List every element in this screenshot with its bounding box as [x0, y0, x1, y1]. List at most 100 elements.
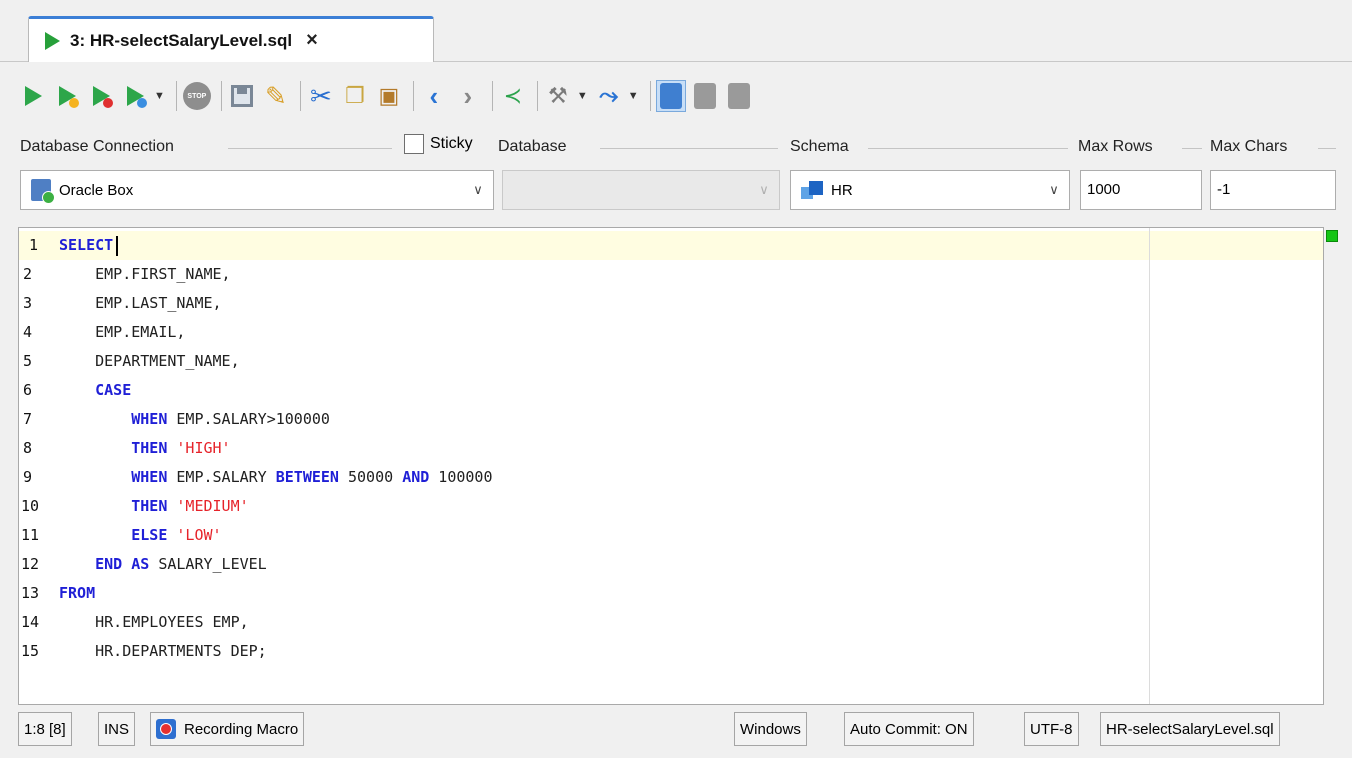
sql-token: EMP.SALARY	[167, 468, 276, 486]
save-button[interactable]	[227, 80, 257, 112]
schema-icon	[801, 181, 823, 199]
copy-icon: ❐	[345, 83, 365, 108]
run-script-button[interactable]	[86, 80, 116, 112]
share-button[interactable]: ≺	[498, 80, 528, 112]
code-line[interactable]: END AS SALARY_LEVEL	[59, 550, 493, 579]
back-button[interactable]: ‹	[419, 80, 449, 112]
code-line[interactable]: CASE	[59, 376, 493, 405]
tab-title: 3: HR-selectSalaryLevel.sql	[70, 30, 293, 50]
run-button[interactable]	[18, 80, 48, 112]
line-number: 15	[21, 642, 40, 660]
sql-token: DEPARTMENT_NAME,	[59, 352, 240, 370]
db-connection-select[interactable]: Oracle Box ∨	[20, 170, 494, 210]
line-number: 5	[23, 352, 33, 370]
sql-keyword: END	[95, 555, 123, 573]
encoding[interactable]: UTF-8	[1024, 712, 1079, 746]
save-as-button[interactable]: ✎	[261, 80, 291, 112]
insert-mode[interactable]: INS	[98, 712, 136, 746]
divider	[868, 148, 1068, 149]
tools-dropdown-icon[interactable]: ▼	[577, 90, 588, 102]
caret-position[interactable]: 1:8 [8]	[18, 712, 72, 746]
right-margin-line	[1149, 228, 1150, 704]
max-chars-input[interactable]: -1	[1210, 170, 1336, 210]
code-line[interactable]: HR.DEPARTMENTS DEP;	[59, 637, 493, 666]
close-icon[interactable]: ×	[306, 29, 318, 52]
jump-icon: ⤳	[599, 82, 619, 109]
back-icon: ‹	[429, 81, 439, 111]
code-line[interactable]: ELSE 'LOW'	[59, 521, 493, 550]
sql-token: EMP.EMAIL,	[59, 323, 186, 341]
chevron-down-icon[interactable]: ∨	[1039, 182, 1069, 198]
db-connection-value: Oracle Box	[59, 181, 134, 199]
divider	[228, 148, 392, 149]
toolbar-separator	[536, 81, 538, 111]
toolbar-separator	[649, 81, 651, 111]
paste-icon: ▣	[378, 83, 400, 108]
no-errors-marker	[1326, 230, 1338, 242]
chevron-down-icon[interactable]: ∨	[463, 182, 493, 198]
code-line[interactable]: EMP.FIRST_NAME,	[59, 260, 493, 289]
cut-button[interactable]: ✂	[306, 80, 336, 112]
code-line[interactable]: THEN 'MEDIUM'	[59, 492, 493, 521]
panel-icon	[727, 83, 750, 109]
forward-icon: ›	[463, 81, 473, 111]
forward-button[interactable]: ›	[453, 80, 483, 112]
paste-button[interactable]: ▣	[374, 80, 404, 112]
sticky-checkbox-box[interactable]	[404, 134, 424, 154]
split-button[interactable]	[690, 80, 720, 112]
run-dropdown-icon[interactable]: ▼	[154, 90, 165, 102]
toolbar: ▼ STOP ✎ ✂ ❐ ▣ ‹ › ≺ ⚒ ▼ ⤳ ▼	[18, 74, 1018, 118]
code-line[interactable]: DEPARTMENT_NAME,	[59, 347, 493, 376]
toolbar-separator	[491, 81, 493, 111]
sticky-checkbox[interactable]: Sticky	[404, 134, 473, 154]
line-number: 4	[23, 323, 33, 341]
split-icon	[693, 83, 716, 109]
toolbar-separator	[175, 81, 177, 111]
stop-icon: STOP	[182, 82, 211, 110]
run-explain-button[interactable]	[120, 80, 150, 112]
code-line[interactable]: HR.EMPLOYEES EMP,	[59, 608, 493, 637]
panel-button[interactable]	[724, 80, 754, 112]
line-endings[interactable]: Windows	[734, 712, 807, 746]
tools-button[interactable]: ⚒	[543, 80, 573, 112]
db-connection-label: Database Connection	[20, 138, 174, 155]
sql-keyword: AND	[402, 468, 430, 486]
code-line[interactable]: EMP.EMAIL,	[59, 318, 493, 347]
recording-macro-button[interactable]: Recording Macro	[150, 712, 305, 746]
line-number: 2	[23, 265, 33, 283]
sql-keyword: WHEN	[131, 410, 168, 428]
sql-string: 'LOW'	[176, 526, 222, 544]
results-panel-button[interactable]	[655, 80, 686, 112]
max-rows-input[interactable]: 1000	[1080, 170, 1202, 210]
database-connection-icon	[31, 179, 55, 204]
editor-tab[interactable]: 3: HR-selectSalaryLevel.sql ×	[28, 16, 434, 62]
chevron-down-icon[interactable]: ∨	[749, 182, 779, 198]
stop-button[interactable]: STOP	[182, 80, 212, 112]
auto-commit[interactable]: Auto Commit: ON	[844, 712, 974, 746]
sql-token: 50000	[338, 468, 403, 486]
jump-dropdown-icon[interactable]: ▼	[628, 90, 639, 102]
code-line[interactable]: SELECT	[59, 231, 493, 260]
editor-tab-strip: 3: HR-selectSalaryLevel.sql ×	[0, 0, 1352, 62]
jump-button[interactable]: ⤳	[594, 80, 624, 112]
record-icon	[156, 719, 176, 739]
run-current-button[interactable]	[52, 80, 82, 112]
sql-editor[interactable]: 1 2 3 4 5 6 7 8 9 10 11 12 13 14 15 SELECT EMP.FIRST_N…	[18, 227, 1324, 705]
schema-select[interactable]: HR ∨	[790, 170, 1070, 210]
sql-token: 100000	[429, 468, 493, 486]
code-line[interactable]: FROM	[59, 579, 493, 608]
max-rows-label: Max Rows	[1078, 138, 1153, 155]
code-line[interactable]: EMP.LAST_NAME,	[59, 289, 493, 318]
line-number: 10	[21, 497, 40, 515]
code-line[interactable]: WHEN EMP.SALARY>100000	[59, 405, 493, 434]
database-select[interactable]: ∨	[502, 170, 780, 210]
code-line[interactable]: THEN 'HIGH'	[59, 434, 493, 463]
code-area[interactable]: SELECT EMP.FIRST_NAME, EMP.LAST_NAME, EM…	[59, 231, 493, 666]
code-line[interactable]: WHEN EMP.SALARY BETWEEN 50000 AND 100000	[59, 463, 493, 492]
copy-button[interactable]: ❐	[340, 80, 370, 112]
